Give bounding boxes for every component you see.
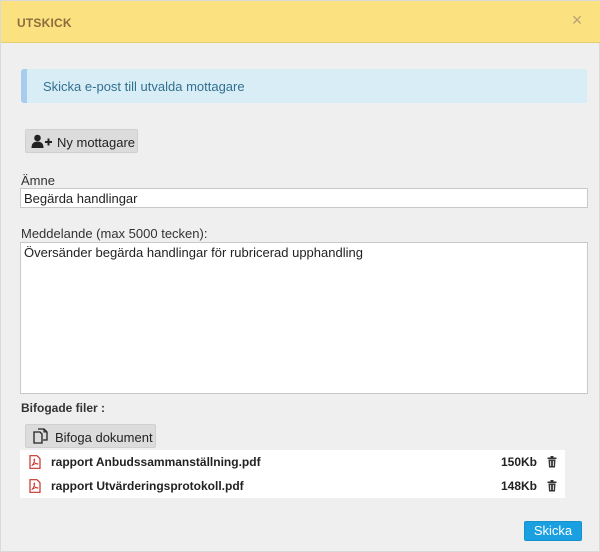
file-name[interactable]: rapport Utvärderingsprotokoll.pdf — [51, 479, 244, 493]
close-icon[interactable]: × — [567, 10, 587, 30]
info-banner: Skicka e-post till utvalda mottagare — [21, 69, 587, 103]
add-user-icon — [31, 134, 53, 152]
dialog-title: UTSKICK — [17, 16, 72, 30]
message-textarea[interactable]: Översänder begärda handlingar för rubric… — [20, 242, 588, 394]
attach-document-button[interactable]: Bifoga dokument — [25, 424, 156, 448]
subject-label: Ämne — [21, 173, 55, 188]
subject-input[interactable] — [20, 188, 588, 208]
new-recipient-button[interactable]: Ny mottagare — [25, 129, 138, 153]
message-label: Meddelande (max 5000 tecken): — [21, 226, 208, 241]
attached-files-list: rapport Anbudssammanställning.pdf 150Kb — [20, 450, 565, 498]
pdf-icon — [29, 455, 41, 474]
file-name[interactable]: rapport Anbudssammanställning.pdf — [51, 455, 261, 469]
file-size: 148Kb — [500, 479, 537, 493]
list-item: rapport Anbudssammanställning.pdf 150Kb — [20, 450, 565, 474]
file-size: 150Kb — [500, 455, 537, 469]
trash-icon[interactable] — [547, 455, 557, 473]
copy-documents-icon — [32, 428, 50, 448]
attached-files-heading: Bifogade filer : — [21, 401, 106, 415]
send-email-dialog: UTSKICK × Skicka e-post till utvalda mot… — [0, 0, 600, 552]
list-item: rapport Utvärderingsprotokoll.pdf 148Kb — [20, 474, 565, 498]
trash-icon[interactable] — [547, 479, 557, 497]
send-button[interactable]: Skicka — [524, 521, 582, 541]
pdf-icon — [29, 479, 41, 498]
new-recipient-label: Ny mottagare — [57, 135, 136, 150]
attach-document-label: Bifoga dokument — [55, 430, 153, 445]
dialog-header: UTSKICK × — [1, 1, 600, 43]
info-banner-text: Skicka e-post till utvalda mottagare — [43, 79, 245, 94]
